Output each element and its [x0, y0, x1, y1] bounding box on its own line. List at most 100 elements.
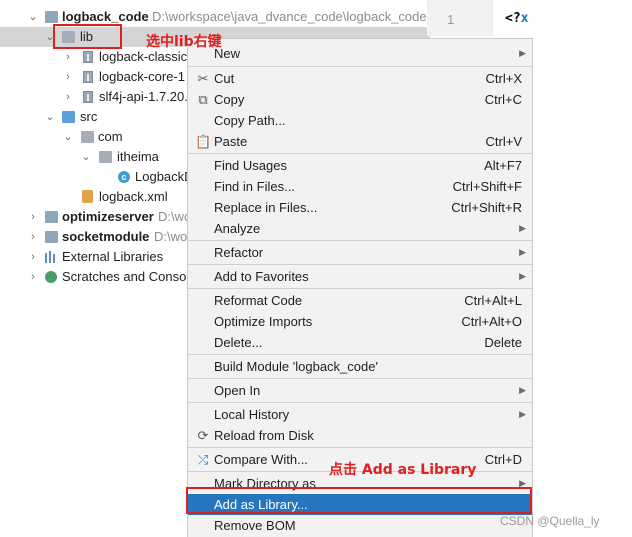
menu-item-analyze[interactable]: Analyze ▶	[188, 218, 532, 239]
tree-item-label: optimizeserver	[62, 209, 154, 224]
menu-item-cut[interactable]: ✂ Cut Ctrl+X	[188, 68, 532, 89]
tree-item-logbackd[interactable]: c LogbackD	[0, 167, 194, 187]
menu-item-label: Build Module 'logback_code'	[214, 359, 378, 374]
tree-item-com[interactable]: ⌄ com	[0, 127, 190, 147]
menu-item-copy-path[interactable]: Copy Path...	[188, 110, 532, 131]
tree-item-label: logback-core-1	[99, 69, 185, 84]
menu-item-build-module[interactable]: Build Module 'logback_code'	[188, 356, 532, 377]
menu-item-label: Reformat Code	[214, 293, 303, 308]
code-tag: x	[520, 11, 529, 26]
menu-item-new[interactable]: New ▶	[188, 43, 532, 64]
menu-item-optimize-imports[interactable]: Optimize Imports Ctrl+Alt+O	[188, 311, 532, 332]
tree-item-external-libraries[interactable]: › External Libraries	[0, 247, 190, 267]
tree-item-label: LogbackD	[135, 169, 194, 184]
menu-item-refactor[interactable]: Refactor ▶	[188, 242, 532, 263]
menu-item-shortcut: Ctrl+X	[485, 71, 522, 86]
tree-item-scratches[interactable]: › Scratches and Console	[0, 267, 196, 287]
submenu-arrow-icon: ▶	[519, 48, 526, 58]
menu-separator	[188, 264, 532, 265]
libraries-icon	[45, 251, 58, 263]
tree-item-label: External Libraries	[62, 249, 164, 264]
submenu-arrow-icon: ▶	[519, 409, 526, 419]
menu-separator	[188, 447, 532, 448]
menu-item-delete[interactable]: Delete... Delete	[188, 332, 532, 353]
chevron-right-icon[interactable]: ›	[27, 207, 39, 227]
chevron-right-icon[interactable]: ›	[27, 247, 39, 267]
annotation-box-add-library	[186, 487, 532, 514]
tree-item-src[interactable]: ⌄ src	[0, 107, 190, 127]
editor-gutter: 1	[427, 0, 493, 36]
tree-item-socketmodule[interactable]: › socketmodule D:\wo	[0, 227, 190, 247]
chevron-down-icon[interactable]: ⌄	[62, 127, 74, 147]
menu-item-find-usages[interactable]: Find Usages Alt+F7	[188, 155, 532, 176]
tree-item-optimizeserver[interactable]: › optimizeserver D:\wo	[0, 207, 191, 227]
tree-item-logback-core[interactable]: › logback-core-1	[0, 67, 190, 87]
chevron-right-icon[interactable]: ›	[62, 67, 74, 87]
menu-item-label: Open In	[214, 383, 261, 398]
menu-item-label: Optimize Imports	[214, 314, 313, 329]
menu-item-shortcut: Ctrl+Shift+F	[452, 179, 522, 194]
chevron-down-icon[interactable]: ⌄	[44, 107, 56, 127]
tree-item-path: D:\workspace\java_dvance_code\logback_co…	[152, 9, 427, 24]
editor-area[interactable]: <?x	[493, 0, 533, 36]
tree-item-label: itheima	[117, 149, 159, 164]
chevron-down-icon[interactable]: ⌄	[80, 147, 92, 167]
tree-item-slf4j-api[interactable]: › slf4j-api-1.7.20.j	[0, 87, 191, 107]
menu-item-label: Local History	[214, 407, 290, 422]
tree-item-logback-xml[interactable]: logback.xml	[0, 187, 190, 207]
submenu-arrow-icon: ▶	[519, 271, 526, 281]
menu-item-label: Find Usages	[214, 158, 287, 173]
package-icon	[81, 131, 94, 143]
menu-item-label: Add to Favorites	[214, 269, 309, 284]
menu-item-label: Cut	[214, 71, 235, 86]
menu-item-find-in-files[interactable]: Find in Files... Ctrl+Shift+F	[188, 176, 532, 197]
menu-item-label: Replace in Files...	[214, 200, 318, 215]
tree-item-label: com	[98, 129, 123, 144]
submenu-arrow-icon: ▶	[519, 247, 526, 257]
chevron-down-icon[interactable]: ⌄	[27, 7, 39, 27]
module-folder-icon	[45, 231, 58, 243]
submenu-arrow-icon: ▶	[519, 223, 526, 233]
tree-item-itheima[interactable]: ⌄ itheima	[0, 147, 190, 167]
module-folder-icon	[45, 211, 58, 223]
watermark: CSDN @Quella_ly	[500, 514, 600, 528]
menu-item-copy[interactable]: ⧉ Copy Ctrl+C	[188, 89, 532, 110]
reload-icon: ⟳	[197, 428, 209, 443]
menu-item-shortcut: Delete	[484, 335, 522, 350]
menu-item-shortcut: Ctrl+Alt+O	[461, 314, 522, 329]
menu-item-reload-from-disk[interactable]: ⟳ Reload from Disk	[188, 425, 532, 446]
chevron-right-icon[interactable]: ›	[62, 47, 74, 67]
package-icon	[99, 151, 112, 163]
chevron-right-icon[interactable]: ›	[27, 267, 39, 287]
code-prefix: <?	[505, 11, 521, 26]
menu-item-open-in[interactable]: Open In ▶	[188, 380, 532, 401]
chevron-right-icon[interactable]: ›	[27, 227, 39, 247]
menu-item-replace-in-files[interactable]: Replace in Files... Ctrl+Shift+R	[188, 197, 532, 218]
jar-icon	[83, 91, 93, 103]
submenu-arrow-icon: ▶	[519, 385, 526, 395]
menu-item-label: Delete...	[214, 335, 263, 350]
menu-item-label: Remove BOM	[214, 518, 296, 533]
menu-separator	[188, 354, 532, 355]
tree-item-path: D:\wo	[154, 229, 188, 244]
menu-item-add-to-favorites[interactable]: Add to Favorites ▶	[188, 266, 532, 287]
tree-item-label: Scratches and Console	[62, 269, 197, 284]
annotation-add-library-note: 点击 Add as Library	[329, 462, 477, 478]
menu-item-label: Paste	[214, 134, 248, 149]
menu-item-reformat-code[interactable]: Reformat Code Ctrl+Alt+L	[188, 290, 532, 311]
tree-item-label: slf4j-api-1.7.20.j	[99, 89, 191, 104]
menu-item-label: Compare With...	[214, 452, 308, 467]
menu-item-shortcut: Ctrl+Alt+L	[464, 293, 522, 308]
chevron-right-icon[interactable]: ›	[62, 87, 74, 107]
menu-item-local-history[interactable]: Local History ▶	[188, 404, 532, 425]
menu-separator	[188, 153, 532, 154]
compare-icon: ⤮	[197, 452, 209, 467]
menu-item-label: Copy Path...	[214, 113, 286, 128]
source-folder-icon	[62, 111, 75, 123]
menu-separator	[188, 402, 532, 403]
menu-item-remove-bom[interactable]: Remove BOM	[188, 515, 532, 536]
menu-item-shortcut: Ctrl+V	[485, 134, 522, 149]
menu-item-paste[interactable]: 📋 Paste Ctrl+V	[188, 131, 532, 152]
scratches-icon	[45, 271, 57, 283]
menu-separator	[188, 240, 532, 241]
